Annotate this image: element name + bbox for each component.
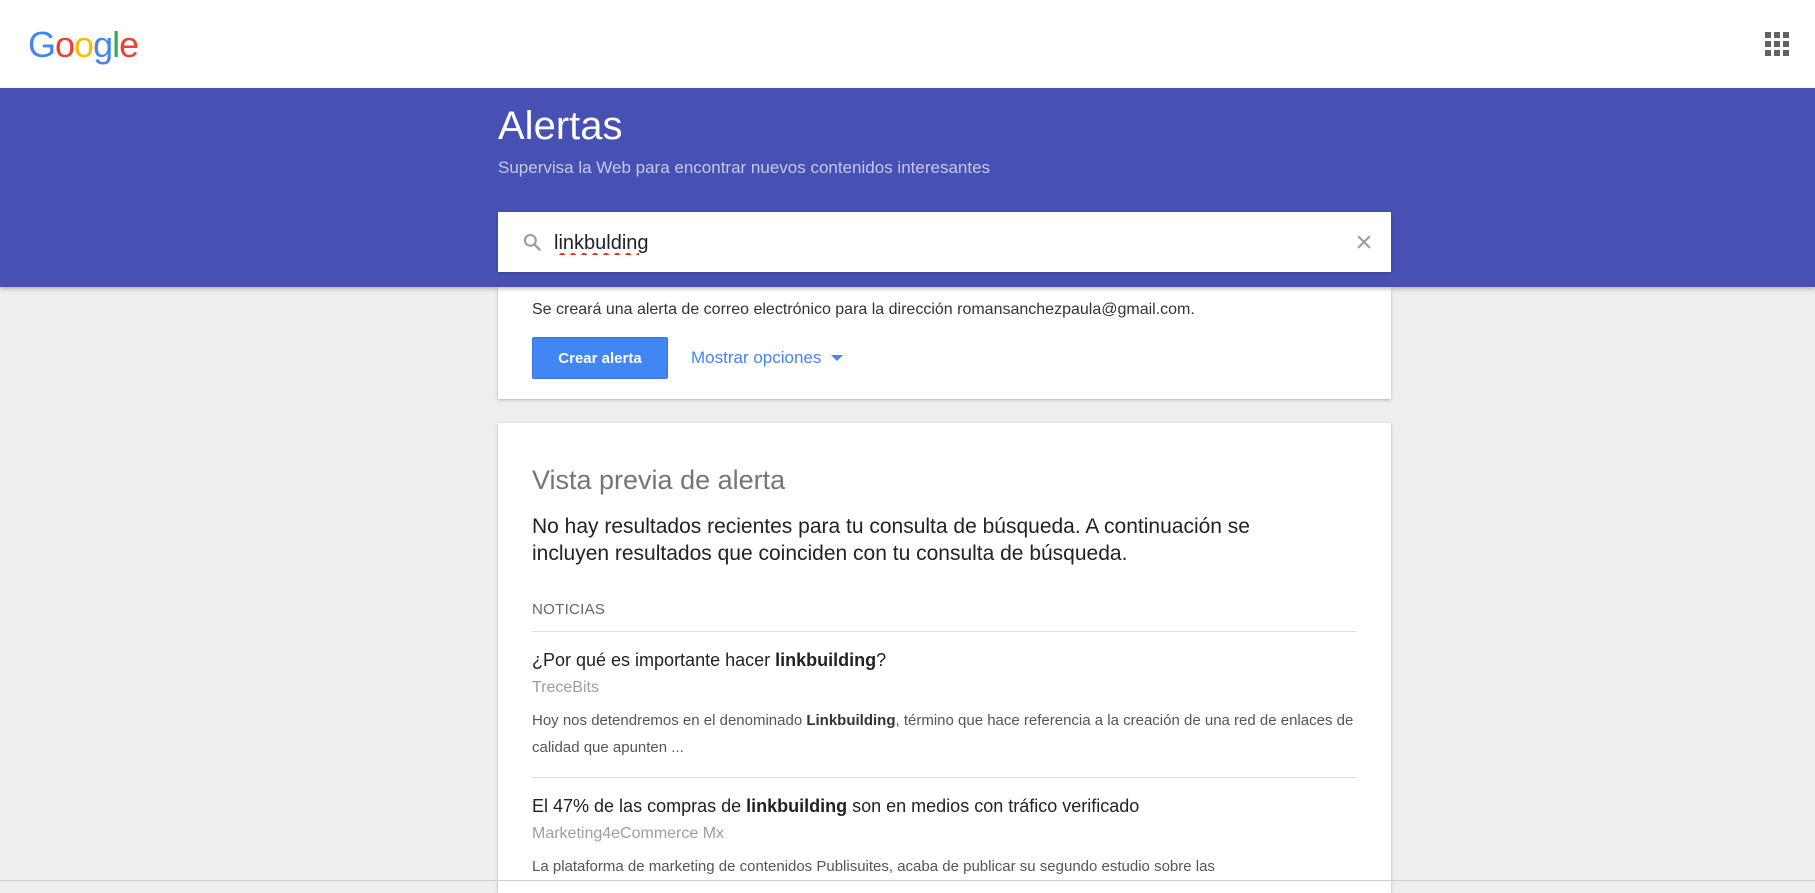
page-subtitle: Supervisa la Web para encontrar nuevos c…: [498, 158, 991, 177]
alert-query-input[interactable]: [552, 226, 1316, 260]
news-result: ¿Por qué es importante hacer linkbuildin…: [532, 648, 1357, 761]
alerts-header: Alertas Supervisa la Web para encontrar …: [0, 88, 1815, 287]
window-bottom-edge: [0, 880, 1815, 881]
alert-search-box: [498, 212, 1391, 272]
news-result-snippet: Hoy nos detendremos en el denominado Lin…: [532, 712, 1354, 756]
create-alert-button[interactable]: Crear alerta: [532, 337, 668, 379]
logo-letter-e: e: [119, 24, 139, 65]
logo-letter-l: l: [112, 24, 120, 65]
news-result-source: Marketing4eCommerce Mx: [532, 825, 725, 842]
alert-preview-card: Vista previa de alerta No hay resultados…: [498, 423, 1391, 893]
logo-letter-g: G: [28, 24, 56, 65]
google-logo[interactable]: Google: [28, 24, 139, 66]
divider: [532, 777, 1357, 778]
logo-letter-g2: g: [93, 24, 113, 65]
logo-letter-o1: o: [55, 24, 75, 65]
news-result-snippet: La plataforma de marketing de contenidos…: [532, 858, 1215, 875]
news-result-source: TreceBits: [532, 679, 599, 696]
no-results-message: No hay resultados recientes para tu cons…: [532, 515, 1250, 565]
divider: [532, 631, 1357, 632]
preview-title: Vista previa de alerta: [532, 465, 786, 495]
close-icon[interactable]: [1354, 232, 1374, 252]
apps-grid-icon[interactable]: [1765, 32, 1789, 56]
news-result-title[interactable]: El 47% de las compras de linkbuilding so…: [532, 794, 1357, 818]
show-options-link[interactable]: Mostrar opciones: [691, 348, 844, 368]
news-result-title[interactable]: ¿Por qué es importante hacer linkbuildin…: [532, 648, 1357, 672]
news-result: El 47% de las compras de linkbuilding so…: [532, 794, 1357, 880]
email-note: Se creará una alerta de correo electróni…: [532, 301, 1195, 318]
logo-letter-o2: o: [74, 24, 94, 65]
page-title: Alertas: [498, 104, 623, 148]
show-options-label: Mostrar opciones: [691, 348, 822, 367]
caret-down-icon: [831, 355, 844, 361]
top-bar: Google: [0, 0, 1815, 88]
news-section-label: NOTICIAS: [532, 601, 606, 618]
search-icon: [523, 233, 541, 251]
create-alert-card: Se creará una alerta de correo electróni…: [498, 287, 1391, 399]
